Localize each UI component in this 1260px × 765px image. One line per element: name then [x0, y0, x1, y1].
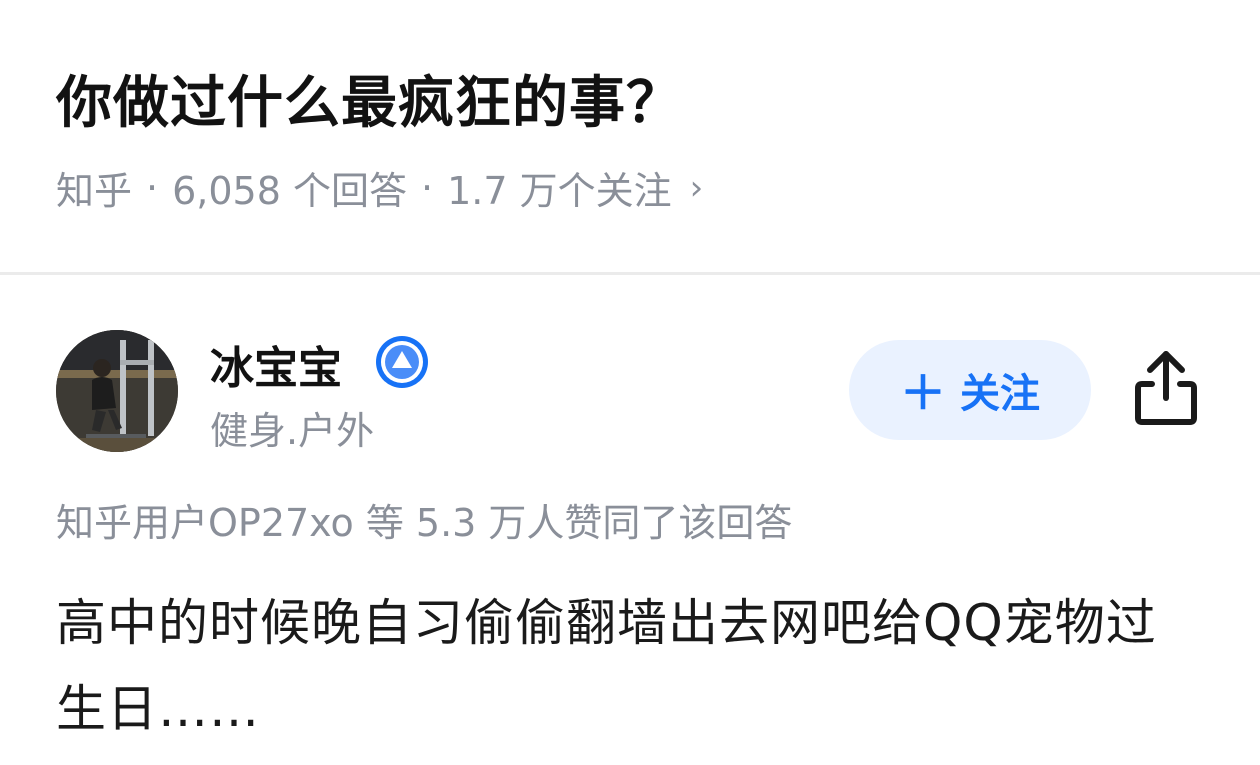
- avatar-photo-icon: [56, 330, 178, 452]
- author-name[interactable]: 冰宝宝: [210, 332, 342, 396]
- question-meta[interactable]: 知乎 · 6,058 个回答 · 1.7 万个关注 ›: [56, 160, 703, 215]
- verified-badge-icon: [376, 336, 428, 388]
- follow-button[interactable]: ＋ 关注: [849, 340, 1091, 440]
- follow-label: 关注: [960, 371, 1040, 417]
- chevron-right-icon[interactable]: ›: [690, 168, 704, 208]
- question-title[interactable]: 你做过什么最疯狂的事？: [56, 58, 683, 139]
- answers-count: 6,058 个回答: [172, 169, 407, 213]
- section-divider: [0, 272, 1260, 275]
- author-bio: 健身.户外: [210, 409, 375, 453]
- meta-separator: ·: [420, 165, 434, 210]
- source-label: 知乎: [56, 169, 133, 213]
- followers-count: 1.7 万个关注: [447, 169, 672, 213]
- question-header: 你做过什么最疯狂的事？ 知乎 · 6,058 个回答 · 1.7 万个关注 ›: [0, 0, 1260, 272]
- upvoters-text[interactable]: 知乎用户OP27xo 等 5.3 万人赞同了该回答: [56, 492, 792, 547]
- author-avatar[interactable]: [56, 330, 178, 452]
- plus-icon: ＋: [900, 366, 946, 420]
- meta-separator: ·: [146, 165, 159, 210]
- share-icon[interactable]: [1130, 348, 1202, 428]
- answer-content[interactable]: 高中的时候晚自习偷偷翻墙出去网吧给QQ宠物过生日……: [56, 580, 1196, 752]
